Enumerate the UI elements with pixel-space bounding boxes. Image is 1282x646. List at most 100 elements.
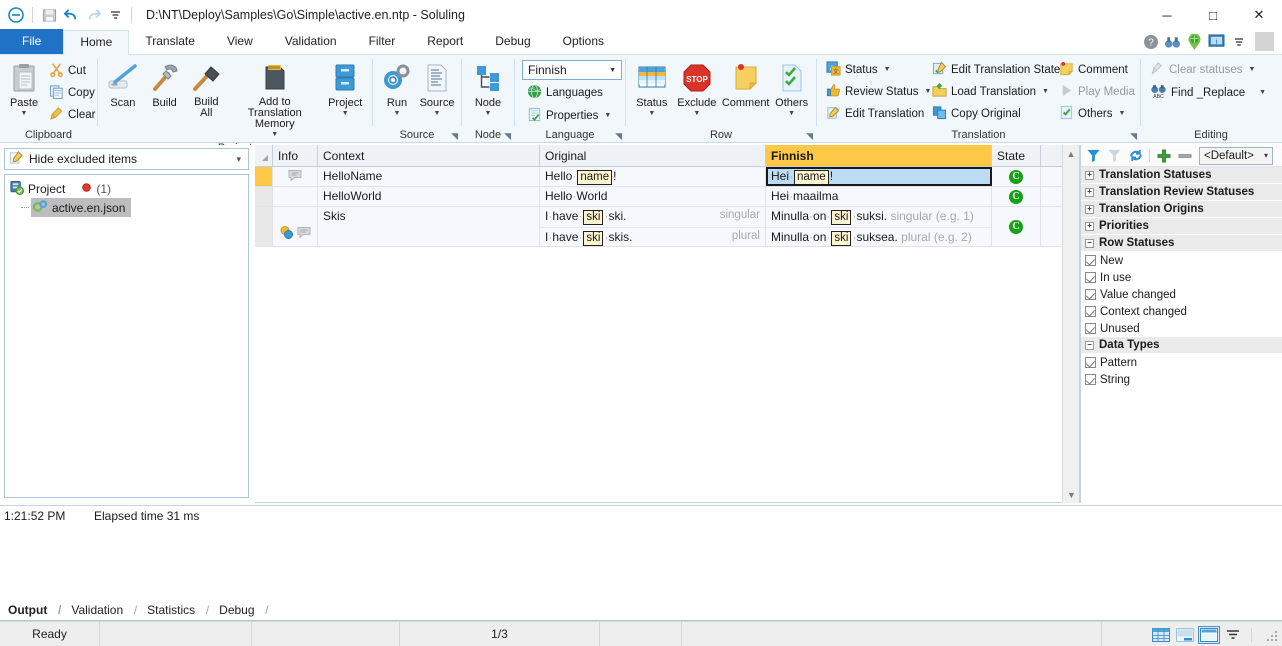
binoculars-icon[interactable] bbox=[1163, 32, 1182, 51]
tab-options[interactable]: Options bbox=[547, 29, 620, 54]
tab-statistics[interactable]: Statistics / bbox=[139, 601, 209, 620]
translation-status-button[interactable]: A文 Status ▼ bbox=[821, 59, 927, 80]
expand-icon[interactable]: + bbox=[1085, 187, 1094, 197]
paste-button[interactable]: Paste ▼ bbox=[4, 58, 44, 120]
language-combo[interactable]: Finnish ▼ bbox=[522, 60, 622, 80]
filter-group-translation-origins[interactable]: + Translation Origins bbox=[1081, 201, 1282, 218]
review-status-button[interactable]: Review Status ▼ bbox=[821, 81, 931, 102]
row-finnish-cell[interactable]: Hei· name! bbox=[766, 167, 992, 186]
grid-select-all-header[interactable] bbox=[255, 145, 273, 166]
clear-button[interactable]: Clear bbox=[44, 104, 100, 125]
source-button[interactable]: Source ▼ bbox=[417, 58, 457, 120]
tab-validation-output[interactable]: Validation / bbox=[63, 601, 137, 620]
row-marker[interactable] bbox=[255, 187, 273, 206]
app-menu-icon[interactable] bbox=[6, 5, 26, 25]
collapse-icon[interactable]: − bbox=[1085, 340, 1094, 350]
monitor-info-icon[interactable]: i bbox=[1207, 32, 1226, 51]
filter-item-string[interactable]: String bbox=[1081, 371, 1282, 388]
filter-group-translation-review-statuses[interactable]: + Translation Review Statuses bbox=[1081, 184, 1282, 201]
hide-excluded-items-combo[interactable]: Hide excluded items ▾ bbox=[4, 148, 249, 170]
grid-header-context[interactable]: Context bbox=[318, 145, 540, 166]
tab-translate[interactable]: Translate bbox=[129, 29, 211, 54]
tab-view[interactable]: View bbox=[211, 29, 269, 54]
copy-button[interactable]: Copy bbox=[44, 82, 100, 103]
row-status-button[interactable]: Status ▼ bbox=[630, 58, 674, 120]
dialog-launcher-icon[interactable]: ◥ bbox=[615, 129, 622, 144]
filter-group-row-statuses[interactable]: − Row Statuses bbox=[1081, 235, 1282, 252]
table-row[interactable]: HelloWorld Hello·World Hei·maailma C bbox=[255, 187, 1079, 207]
row-finnish-cell[interactable]: Minulla·on· ski ·suksi. singular (e.g. 1) … bbox=[766, 207, 992, 246]
exclude-button[interactable]: STOP Exclude ▼ bbox=[674, 58, 720, 120]
checkbox[interactable] bbox=[1085, 357, 1096, 368]
checkbox[interactable] bbox=[1085, 323, 1096, 334]
tab-output[interactable]: Output / bbox=[0, 601, 61, 620]
tree-item-project[interactable]: Project (1) bbox=[9, 179, 248, 198]
translation-others-button[interactable]: Others ▼ bbox=[1054, 103, 1140, 124]
build-all-button[interactable]: Build All bbox=[185, 58, 227, 122]
resize-grip[interactable] bbox=[1267, 631, 1279, 643]
finnish-subline-singular[interactable]: Minulla·on· ski ·suksi. singular (e.g. 1) bbox=[766, 207, 991, 228]
tab-home[interactable]: Home bbox=[63, 30, 130, 55]
dialog-launcher-icon[interactable]: ◥ bbox=[1130, 129, 1137, 144]
grid-header-info[interactable]: Info bbox=[273, 145, 318, 166]
run-button[interactable]: Run ▼ bbox=[377, 58, 417, 120]
edit-translation-button[interactable]: Edit Translation bbox=[821, 103, 927, 124]
project-button[interactable]: Project ▼ bbox=[322, 58, 368, 120]
view-options-button[interactable] bbox=[1223, 627, 1243, 643]
grid-header-finnish[interactable]: Finnish bbox=[766, 145, 992, 166]
cut-button[interactable]: Cut bbox=[44, 60, 100, 81]
remove-filter-icon[interactable] bbox=[1176, 147, 1193, 164]
copy-original-button[interactable]: Copy Original bbox=[927, 103, 1054, 124]
filter-item-value-changed[interactable]: Value changed bbox=[1081, 286, 1282, 303]
ribbon-options-icon[interactable] bbox=[1229, 32, 1248, 51]
add-filter-icon[interactable] bbox=[1155, 147, 1172, 164]
row-marker-current[interactable] bbox=[255, 167, 273, 186]
tab-report[interactable]: Report bbox=[411, 29, 479, 54]
undo-icon[interactable] bbox=[61, 5, 81, 25]
grid-detail-view-button[interactable] bbox=[1175, 627, 1195, 643]
finnish-subline-plural[interactable]: Minulla·on· ski ·suksea. plural (e.g. 2) bbox=[766, 228, 991, 246]
filter-item-new[interactable]: New bbox=[1081, 252, 1282, 269]
properties-button[interactable]: Properties ▼ bbox=[522, 105, 616, 126]
filter-group-data-types[interactable]: − Data Types bbox=[1081, 337, 1282, 354]
load-translation-button[interactable]: Load Translation ▼ bbox=[927, 81, 1054, 102]
refresh-filter-icon[interactable] bbox=[1127, 147, 1144, 164]
expand-icon[interactable]: + bbox=[1085, 170, 1094, 180]
table-row[interactable]: HelloName Hello· name! Hei· name! C bbox=[255, 167, 1079, 187]
checkbox[interactable] bbox=[1085, 289, 1096, 300]
minimize-button[interactable]: ─ bbox=[1144, 0, 1190, 30]
checkbox[interactable] bbox=[1085, 306, 1096, 317]
collapse-icon[interactable]: − bbox=[1085, 238, 1094, 248]
checkbox[interactable] bbox=[1085, 272, 1096, 283]
globe-pin-icon[interactable] bbox=[1185, 32, 1204, 51]
add-to-translation-memory-button[interactable]: Add to Translation Memory ▼ bbox=[227, 58, 322, 141]
checkbox[interactable] bbox=[1085, 255, 1096, 266]
row-comment-button[interactable]: Comment bbox=[720, 58, 771, 112]
tab-validation[interactable]: Validation bbox=[269, 29, 353, 54]
find-replace-button[interactable]: ABC Find _Replace ▼ bbox=[1145, 82, 1277, 103]
grid-header-original[interactable]: Original bbox=[540, 145, 766, 166]
clear-filter-icon[interactable] bbox=[1106, 147, 1123, 164]
customize-qat-icon[interactable] bbox=[105, 5, 125, 25]
tab-debug[interactable]: Debug bbox=[479, 29, 546, 54]
save-icon[interactable] bbox=[39, 5, 59, 25]
split-view-button[interactable] bbox=[1198, 625, 1220, 644]
dialog-launcher-icon[interactable]: ◥ bbox=[504, 129, 511, 144]
scroll-down-icon[interactable]: ▼ bbox=[1063, 486, 1080, 503]
filter-icon[interactable] bbox=[1085, 147, 1102, 164]
node-button[interactable]: Node ▼ bbox=[466, 58, 510, 120]
expand-icon[interactable]: + bbox=[1085, 221, 1094, 231]
translation-comment-button[interactable]: Comment bbox=[1054, 59, 1140, 80]
close-button[interactable]: ✕ bbox=[1236, 0, 1282, 30]
tab-file[interactable]: File bbox=[0, 29, 64, 54]
grid-vertical-scrollbar[interactable]: ▲ ▼ bbox=[1062, 145, 1079, 503]
languages-button[interactable]: Languages bbox=[522, 82, 608, 103]
filter-item-context-changed[interactable]: Context changed bbox=[1081, 303, 1282, 320]
filter-item-in-use[interactable]: In use bbox=[1081, 269, 1282, 286]
maximize-button[interactable]: □ bbox=[1190, 0, 1236, 30]
dialog-launcher-icon[interactable]: ◥ bbox=[806, 129, 813, 144]
checkbox[interactable] bbox=[1085, 374, 1096, 385]
tab-filter[interactable]: Filter bbox=[353, 29, 412, 54]
help-icon[interactable]: ? bbox=[1141, 32, 1160, 51]
filter-group-translation-statuses[interactable]: + Translation Statuses bbox=[1081, 167, 1282, 184]
